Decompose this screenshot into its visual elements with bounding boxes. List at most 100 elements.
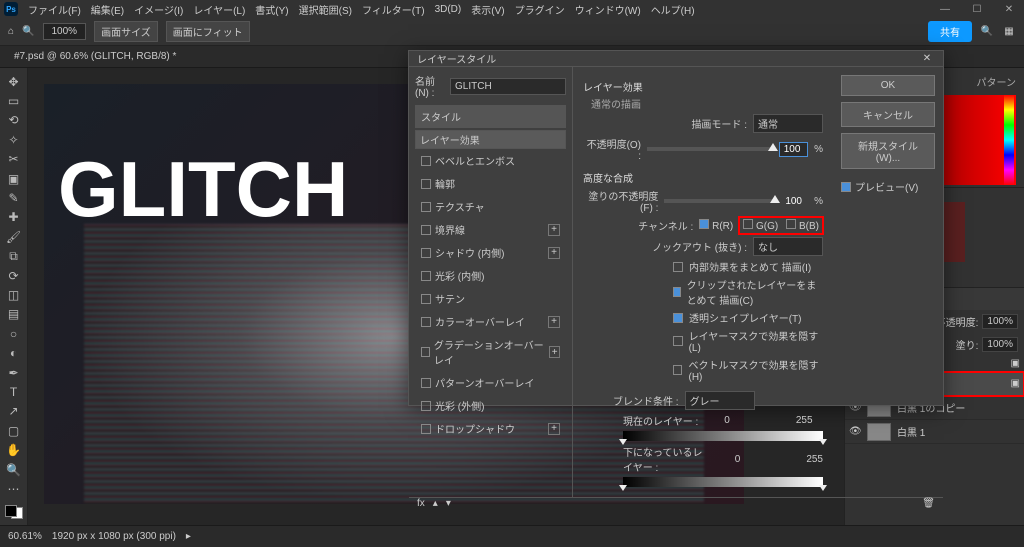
cancel-button[interactable]: キャンセル: [841, 102, 935, 127]
pen-tool[interactable]: ✒: [3, 364, 25, 381]
fx-icon[interactable]: fx: [417, 498, 425, 509]
channel-r-checkbox[interactable]: R(R): [699, 219, 733, 232]
document-tab[interactable]: #7.psd @ 60.6% (GLITCH, RGB/8) *: [6, 51, 184, 62]
menu-image[interactable]: イメージ(I): [134, 2, 183, 17]
fit-window-button[interactable]: 画面にフィット: [166, 21, 250, 42]
add-icon[interactable]: +: [548, 247, 560, 259]
style-pattern-overlay[interactable]: パターンオーバーレイ: [415, 371, 566, 394]
zoom-tool[interactable]: 🔍: [3, 461, 25, 478]
trash-icon[interactable]: 🗑: [922, 498, 935, 509]
minimize-icon[interactable]: —: [934, 4, 956, 15]
style-blending-options[interactable]: レイヤー効果: [415, 130, 566, 149]
zoom-status[interactable]: 60.61%: [8, 531, 42, 542]
menu-plugin[interactable]: プラグイン: [515, 2, 565, 17]
ok-button[interactable]: OK: [841, 75, 935, 96]
this-layer-gradient[interactable]: [623, 431, 823, 441]
add-icon[interactable]: +: [548, 423, 560, 435]
opacity-slider[interactable]: [647, 147, 773, 151]
frame-tool[interactable]: ▣: [3, 170, 25, 187]
menu-layer[interactable]: レイヤー(L): [193, 2, 245, 17]
path-tool[interactable]: ↗: [3, 403, 25, 420]
fill-value[interactable]: 100%: [982, 337, 1018, 352]
hue-slider[interactable]: [1004, 95, 1014, 185]
zoom-value[interactable]: 100%: [43, 23, 87, 40]
menu-edit[interactable]: 編集(E): [91, 2, 124, 17]
eraser-tool[interactable]: ◫: [3, 286, 25, 303]
hand-tool[interactable]: ✋: [3, 441, 25, 458]
gradient-tool[interactable]: ▤: [3, 306, 25, 323]
wand-tool[interactable]: ✧: [3, 131, 25, 148]
style-inner-glow[interactable]: 光彩 (内側): [415, 264, 566, 287]
style-inner-shadow[interactable]: シャドウ (内側)+: [415, 241, 566, 264]
style-drop-shadow[interactable]: ドロップシャドウ+: [415, 417, 566, 440]
blend-mode-select[interactable]: 通常: [753, 114, 823, 133]
chevron-down-icon[interactable]: ▾: [446, 498, 451, 509]
menu-window[interactable]: ウィンドウ(W): [575, 2, 641, 17]
menu-filter[interactable]: フィルター(T): [362, 2, 425, 17]
add-icon[interactable]: +: [548, 316, 560, 328]
style-outer-glow[interactable]: 光彩 (外側): [415, 394, 566, 417]
menu-select[interactable]: 選択範囲(S): [299, 2, 352, 17]
shape-tool[interactable]: ▢: [3, 422, 25, 439]
maximize-icon[interactable]: ☐: [966, 4, 988, 15]
heal-tool[interactable]: ✚: [3, 209, 25, 226]
app-logo: Ps: [4, 2, 18, 16]
style-stroke[interactable]: 境界線+: [415, 218, 566, 241]
style-bevel[interactable]: ベベルとエンボス: [415, 149, 566, 172]
effects-icon[interactable]: ▣: [1011, 358, 1020, 369]
menu-3d[interactable]: 3D(D): [435, 4, 462, 15]
underlying-gradient[interactable]: [623, 477, 823, 487]
blend-clipped-checkbox[interactable]: [673, 287, 681, 297]
knockout-select[interactable]: なし: [753, 237, 823, 256]
fill-opacity-slider[interactable]: [664, 199, 775, 203]
brush-tool[interactable]: 🖌: [3, 228, 25, 245]
close-icon[interactable]: ✕: [998, 4, 1020, 15]
dialog-titlebar[interactable]: レイヤースタイル ✕: [409, 51, 943, 67]
fit-screen-button[interactable]: 画面サイズ: [94, 21, 158, 42]
opacity-value[interactable]: 100%: [982, 314, 1018, 329]
dialog-close-icon[interactable]: ✕: [919, 53, 935, 64]
style-texture[interactable]: テクスチャ: [415, 195, 566, 218]
channel-b-checkbox[interactable]: B(B): [786, 219, 819, 232]
vector-mask-hides-checkbox[interactable]: [673, 365, 682, 375]
style-gradient-overlay[interactable]: グラデーションオーバーレイ+: [415, 333, 566, 371]
menu-file[interactable]: ファイル(F): [28, 2, 81, 17]
opacity-input[interactable]: 100: [779, 142, 808, 157]
dodge-tool[interactable]: ◐: [3, 344, 25, 361]
marquee-tool[interactable]: ▭: [3, 92, 25, 109]
workspace-icon[interactable]: ▦: [1002, 26, 1016, 37]
fill-opacity-input[interactable]: 100: [781, 195, 808, 208]
edit-toolbar[interactable]: ⋯: [3, 480, 25, 497]
add-icon[interactable]: +: [548, 224, 560, 236]
add-icon[interactable]: +: [549, 346, 560, 358]
layer-name-input[interactable]: [450, 78, 566, 95]
blend-if-select[interactable]: グレー: [685, 391, 755, 410]
menu-type[interactable]: 書式(Y): [255, 2, 288, 17]
move-tool[interactable]: ✥: [3, 73, 25, 90]
effects-icon[interactable]: ▣: [1011, 378, 1020, 389]
type-tool[interactable]: T: [3, 383, 25, 400]
history-brush-tool[interactable]: ⟳: [3, 267, 25, 284]
blur-tool[interactable]: ○: [3, 325, 25, 342]
menu-help[interactable]: ヘルプ(H): [651, 2, 695, 17]
new-style-button[interactable]: 新規スタイル(W)...: [841, 133, 935, 169]
transparency-shapes-checkbox[interactable]: [673, 313, 683, 323]
layer-mask-hides-checkbox[interactable]: [673, 336, 683, 346]
eyedropper-tool[interactable]: ✎: [3, 189, 25, 206]
blend-interior-checkbox[interactable]: [673, 262, 683, 272]
lasso-tool[interactable]: ⟲: [3, 112, 25, 129]
style-satin[interactable]: サテン: [415, 287, 566, 310]
share-button[interactable]: 共有: [928, 21, 972, 42]
menu-view[interactable]: 表示(V): [471, 2, 504, 17]
color-swatch[interactable]: [5, 505, 23, 519]
style-color-overlay[interactable]: カラーオーバーレイ+: [415, 310, 566, 333]
search-icon[interactable]: 🔍: [980, 26, 994, 37]
channel-g-checkbox[interactable]: G(G): [743, 219, 778, 232]
style-contour[interactable]: 輪郭: [415, 172, 566, 195]
home-icon[interactable]: ⌂: [8, 26, 14, 37]
preview-checkbox[interactable]: プレビュー(V): [841, 179, 935, 194]
crop-tool[interactable]: ✂: [3, 151, 25, 168]
chevron-right-icon[interactable]: ▸: [186, 531, 191, 542]
chevron-up-icon[interactable]: ▴: [433, 498, 438, 509]
stamp-tool[interactable]: ⧉: [3, 248, 25, 265]
